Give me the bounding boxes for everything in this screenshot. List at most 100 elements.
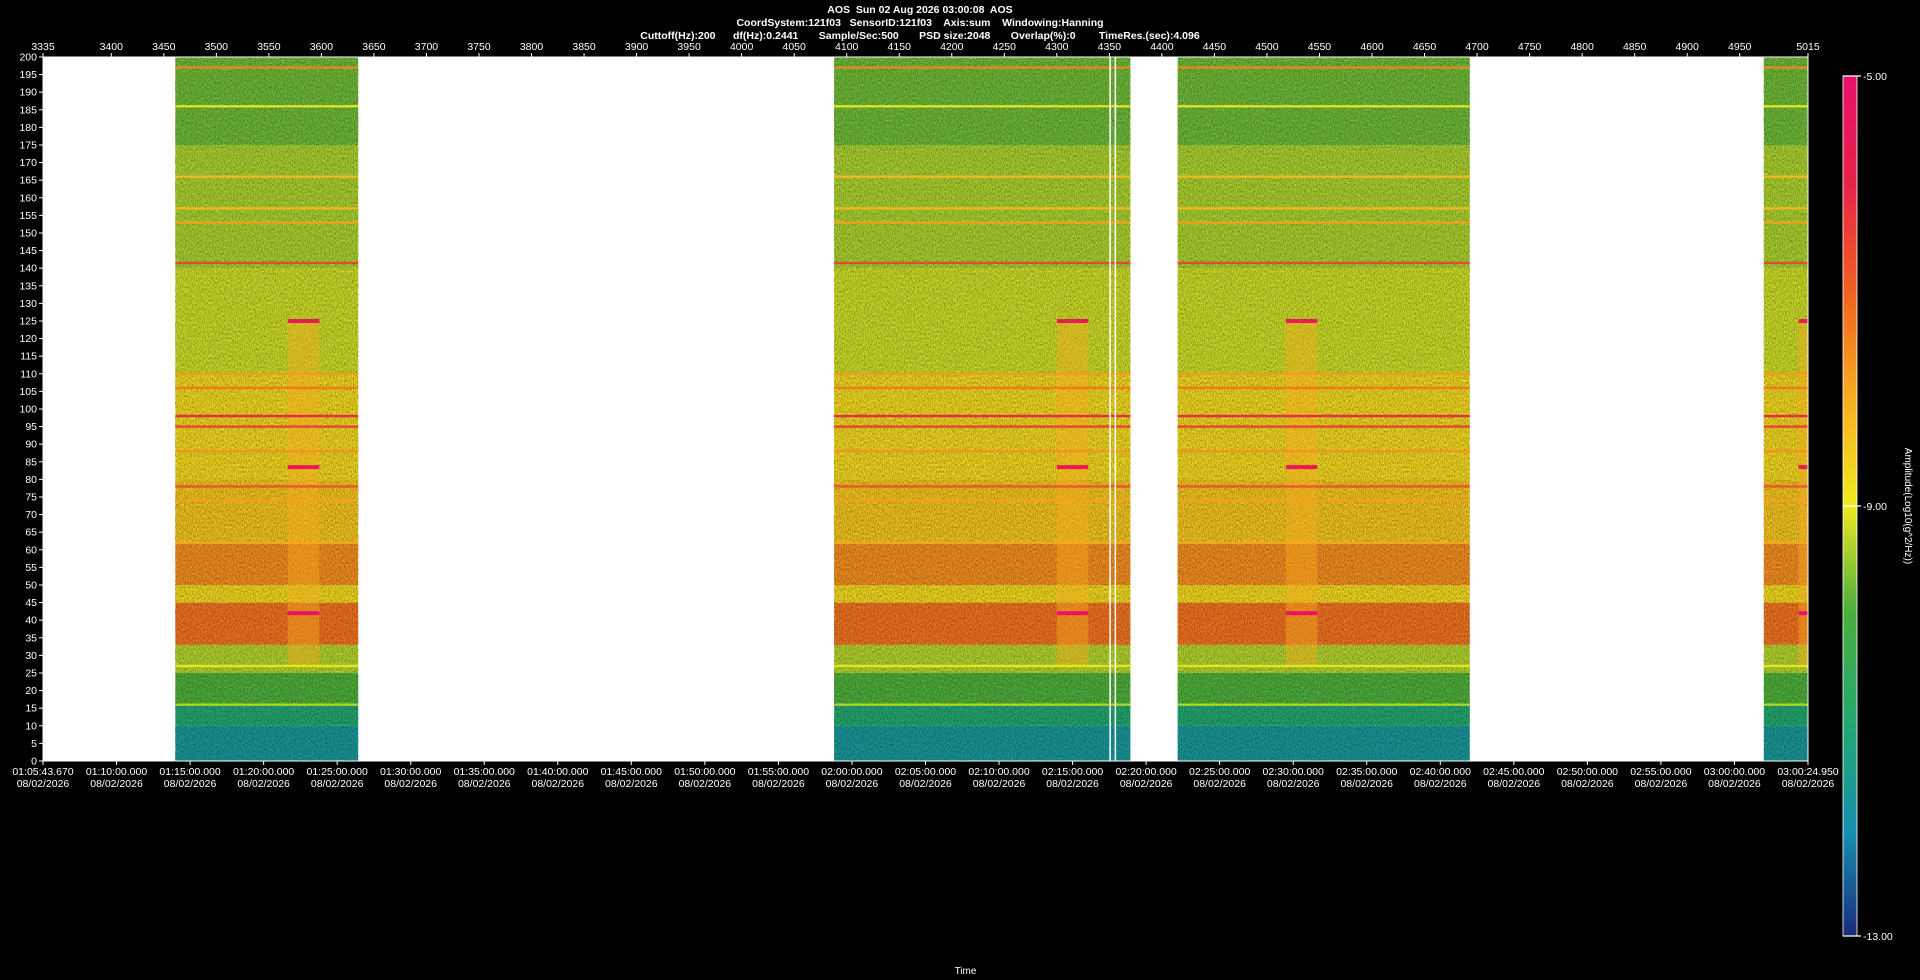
spectral-line	[1763, 541, 1808, 544]
spectral-line	[1763, 499, 1808, 502]
spectral-line	[1177, 485, 1470, 488]
y-tick-label: 120	[19, 333, 37, 345]
top-tick-label: 3650	[362, 41, 386, 53]
top-tick-label: 3800	[520, 41, 544, 53]
bottom-tick-date: 08/02/2026	[164, 778, 217, 790]
spectral-line	[834, 221, 1131, 224]
top-tick-label: 4150	[888, 41, 912, 53]
top-tick-label: 3750	[467, 41, 491, 53]
top-tick-label: 3500	[205, 41, 229, 53]
bottom-tick-date: 08/02/2026	[1267, 778, 1320, 790]
spectral-line	[834, 703, 1131, 706]
top-tick-label: 4400	[1150, 41, 1174, 53]
bottom-tick-time: 02:10:00.000	[968, 766, 1029, 778]
bottom-tick-date: 08/02/2026	[1708, 778, 1761, 790]
bottom-tick-date: 08/02/2026	[1046, 778, 1099, 790]
bottom-tick-date: 08/02/2026	[1635, 778, 1688, 790]
bottom-tick-time: 03:00:24.950	[1777, 766, 1838, 778]
block-line	[287, 611, 320, 616]
top-tick-label: 4300	[1045, 41, 1069, 53]
block-line	[1056, 611, 1089, 616]
spectral-line	[1177, 664, 1470, 668]
spectral-line	[1177, 175, 1470, 178]
spectral-line	[834, 485, 1131, 488]
y-tick-label: 95	[25, 421, 37, 433]
data-segment	[1763, 57, 1808, 761]
top-tick-label: 4850	[1623, 41, 1647, 53]
spectral-line	[175, 450, 359, 453]
block-line	[1285, 465, 1318, 470]
spectral-line	[1177, 386, 1470, 390]
y-tick-label: 10	[25, 720, 37, 732]
top-tick-label: 4350	[1098, 41, 1122, 53]
bottom-tick-date: 08/02/2026	[752, 778, 805, 790]
spectral-line	[175, 66, 359, 69]
top-tick-label: 3600	[310, 41, 334, 53]
spectral-line	[834, 499, 1131, 502]
top-tick-label: 4000	[730, 41, 754, 53]
y-tick-label: 35	[25, 632, 37, 644]
spectral-line	[175, 105, 359, 108]
bottom-tick-date: 08/02/2026	[458, 778, 511, 790]
bottom-tick-time: 01:10:00.000	[86, 766, 147, 778]
bottom-tick-time: 01:55:00.000	[748, 766, 809, 778]
spectral-line	[175, 414, 359, 418]
block-line	[1285, 319, 1318, 323]
top-tick-label: 4900	[1676, 41, 1700, 53]
top-tick-label: 3850	[572, 41, 596, 53]
top-tick-label: 4700	[1465, 41, 1489, 53]
top-tick-label: 4200	[940, 41, 964, 53]
y-tick-label: 30	[25, 650, 37, 662]
block-line	[1798, 465, 1808, 470]
y-tick-label: 160	[19, 192, 37, 204]
spectral-line	[175, 499, 359, 502]
top-tick-label: 4250	[993, 41, 1017, 53]
bottom-tick-time: 02:50:00.000	[1557, 766, 1618, 778]
spectral-line	[834, 541, 1131, 544]
top-tick-label: 4750	[1518, 41, 1542, 53]
top-tick-label: 3900	[625, 41, 649, 53]
spectral-line	[1763, 207, 1808, 210]
spectral-line	[175, 207, 359, 210]
spectral-line	[1177, 703, 1470, 706]
y-tick-label: 140	[19, 263, 37, 275]
spectral-line	[1763, 450, 1808, 453]
y-tick-label: 45	[25, 597, 37, 609]
y-tick-label: 50	[25, 580, 37, 592]
y-tick-label: 175	[19, 140, 37, 152]
block-line	[1798, 611, 1808, 616]
bottom-tick-date: 08/02/2026	[1193, 778, 1246, 790]
spectral-line	[834, 450, 1131, 453]
top-tick-label: 3950	[677, 41, 701, 53]
bottom-tick-time: 02:05:00.000	[895, 766, 956, 778]
bottom-tick-date: 08/02/2026	[973, 778, 1026, 790]
noise-texture	[1177, 57, 1470, 761]
bottom-tick-date: 08/02/2026	[826, 778, 879, 790]
bottom-tick-time: 02:40:00.000	[1410, 766, 1471, 778]
spectral-line	[834, 66, 1131, 69]
data-segment	[1177, 57, 1470, 761]
spectral-line	[834, 207, 1131, 210]
bottom-tick-time: 03:00:00.000	[1704, 766, 1765, 778]
block-line	[287, 319, 320, 323]
bottom-tick-date: 08/02/2026	[90, 778, 143, 790]
y-tick-label: 200	[19, 52, 37, 64]
y-tick-label: 55	[25, 562, 37, 574]
y-tick-label: 85	[25, 456, 37, 468]
spectral-line	[1177, 207, 1470, 210]
y-tick-label: 115	[20, 351, 37, 363]
bottom-tick-time: 01:35:00.000	[454, 766, 515, 778]
bottom-tick-date: 08/02/2026	[1488, 778, 1541, 790]
data-gap-line	[1114, 57, 1117, 761]
spectral-line	[834, 175, 1131, 178]
spectral-line	[834, 425, 1131, 428]
spectral-line	[1177, 414, 1470, 418]
bottom-tick-time: 01:40:00.000	[527, 766, 588, 778]
spectral-line	[175, 541, 359, 544]
colorbar-label: Amplitude(Log10(g^2/Hz))	[1902, 448, 1913, 564]
top-tick-label: 3550	[257, 41, 281, 53]
spectrogram-chart: 0510152025303540455055606570758085909510…	[12, 41, 1913, 977]
colorbar-tick-label: -5.00	[1863, 71, 1887, 83]
y-tick-label: 155	[19, 210, 37, 222]
bottom-tick-time: 02:35:00.000	[1336, 766, 1397, 778]
